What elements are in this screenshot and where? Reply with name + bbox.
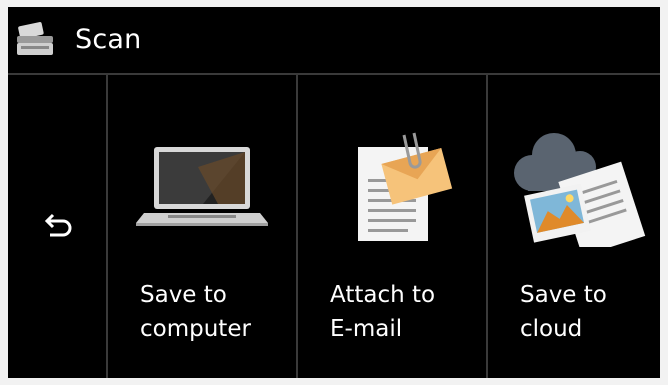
save-to-computer-button[interactable]: Save to computer <box>108 75 296 378</box>
save-to-computer-label: Save to computer <box>140 282 251 342</box>
save-to-cloud-label: Save to cloud <box>520 282 607 342</box>
attach-to-email-button[interactable]: Attach to E-mail <box>298 75 486 378</box>
attach-to-email-label: Attach to E-mail <box>330 282 436 342</box>
cloud-photo-icon <box>488 127 660 257</box>
document-envelope-icon <box>298 127 486 247</box>
page-title: Scan <box>75 24 142 55</box>
scanner-icon <box>15 22 55 58</box>
laptop-icon <box>108 127 296 247</box>
save-to-cloud-button[interactable]: Save to cloud <box>488 75 660 378</box>
scan-panel: Scan Save to computer Attach to E-mail S… <box>8 7 660 378</box>
header-bar: Scan <box>8 7 660 73</box>
return-arrow-icon <box>44 213 72 236</box>
back-button[interactable] <box>8 75 106 378</box>
